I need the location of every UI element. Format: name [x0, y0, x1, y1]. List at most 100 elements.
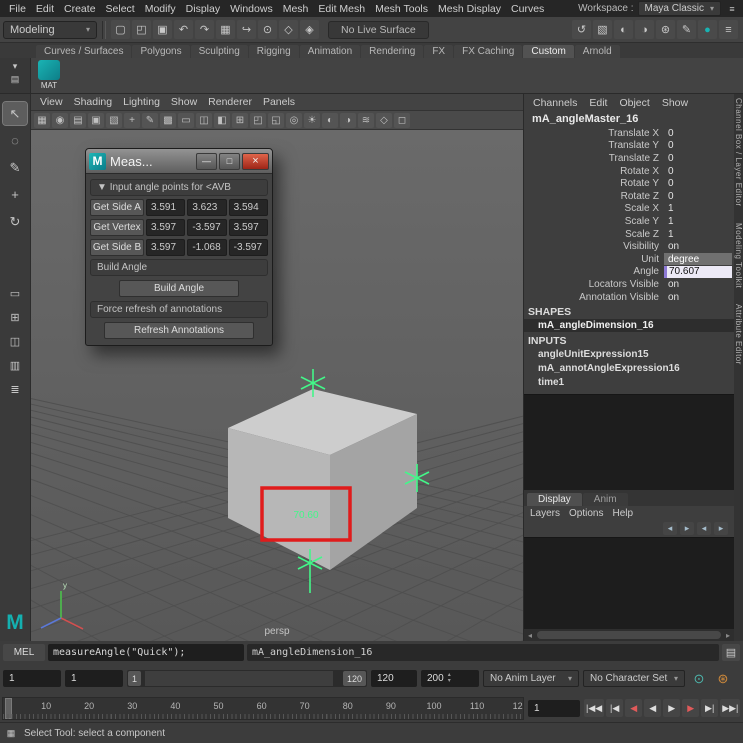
- get-side-b-button[interactable]: Get Side B: [90, 239, 144, 256]
- time-slider[interactable]: 10 20 30 40 50 60 70 80 90 100 110 120: [2, 696, 524, 720]
- layer-empty-icon[interactable]: ◂: [697, 522, 711, 536]
- snap-to-curve-icon[interactable]: ↪: [237, 20, 256, 39]
- shelf-tab-polygons[interactable]: Polygons: [132, 45, 190, 58]
- channel-row-scale-x[interactable]: Scale X 1: [524, 203, 734, 216]
- close-button[interactable]: ×: [242, 152, 269, 170]
- step-back-frame-button[interactable]: |◀: [606, 699, 624, 717]
- horizontal-scrollbar[interactable]: ◂ ▸: [524, 629, 734, 641]
- input-node-ma-annotangleexpression16[interactable]: mA_annotAngleExpression16: [524, 362, 734, 376]
- refresh-section-header[interactable]: Force refresh of annotations: [90, 301, 268, 318]
- menu-select[interactable]: Select: [101, 2, 140, 16]
- layer-menu-help[interactable]: Help: [612, 508, 633, 519]
- play-backwards-button[interactable]: ◀: [644, 699, 662, 717]
- shelf-tab-toggle-icon[interactable]: ▤: [8, 73, 22, 85]
- film-gate-icon[interactable]: ▭: [178, 112, 194, 128]
- ambient-occlusion-icon[interactable]: ◑: [340, 112, 356, 128]
- step-forward-frame-button[interactable]: ▶|: [701, 699, 719, 717]
- channel-row-translate-z[interactable]: Translate Z 0: [524, 152, 734, 165]
- channel-row-visibility[interactable]: Visibility on: [524, 240, 734, 253]
- workspace-selector[interactable]: Maya Classic ▾: [637, 1, 721, 16]
- viewport-menu-lighting[interactable]: Lighting: [118, 96, 165, 108]
- channel-value-rotate-z[interactable]: 0: [664, 190, 732, 202]
- shelf-tab-custom[interactable]: Custom: [523, 45, 574, 58]
- viewport-menu-panels[interactable]: Panels: [258, 96, 300, 108]
- current-frame-field[interactable]: 1: [528, 699, 580, 717]
- refresh-annotations-button[interactable]: Refresh Annotations: [104, 322, 254, 339]
- frame-all-icon[interactable]: ◎: [286, 112, 302, 128]
- channel-row-annotation-visible[interactable]: Annotation Visible on: [524, 291, 734, 304]
- range-slider[interactable]: 1 120: [127, 670, 367, 687]
- channel-value-translate-x[interactable]: 0: [664, 127, 732, 139]
- point-coordinate-field[interactable]: 3.591: [146, 199, 186, 216]
- point-coordinate-field[interactable]: 3.597: [146, 219, 186, 236]
- safe-action-icon[interactable]: ◰: [250, 112, 266, 128]
- menu-modify[interactable]: Modify: [140, 2, 181, 16]
- panel-tab-modeling-toolkit[interactable]: Modeling Toolkit: [734, 223, 743, 288]
- minimize-button[interactable]: —: [196, 152, 217, 170]
- step-back-key-button[interactable]: ◀: [625, 699, 643, 717]
- menu-edit[interactable]: Edit: [31, 2, 59, 16]
- field-chart-icon[interactable]: ⊞: [232, 112, 248, 128]
- channel-row-rotate-y[interactable]: Rotate Y 0: [524, 177, 734, 190]
- input-node-time1[interactable]: time1: [524, 376, 734, 390]
- step-forward-key-button[interactable]: ▶: [682, 699, 700, 717]
- layer-selected-icon[interactable]: ▸: [714, 522, 728, 536]
- menu-mesh-tools[interactable]: Mesh Tools: [370, 2, 433, 16]
- camera-attributes-icon[interactable]: ▤: [70, 112, 86, 128]
- point-coordinate-field[interactable]: -3.597: [228, 239, 268, 256]
- lasso-select-tool[interactable]: ◌: [3, 129, 27, 152]
- resolution-gate-icon[interactable]: ◫: [196, 112, 212, 128]
- channel-value-annotation-visible[interactable]: on: [664, 291, 732, 303]
- channel-value-translate-y[interactable]: 0: [664, 140, 732, 152]
- viewport-menu-shading[interactable]: Shading: [69, 96, 118, 108]
- character-set-dropdown[interactable]: No Character Set ▾: [583, 670, 685, 687]
- motion-blur-icon[interactable]: ≋: [358, 112, 374, 128]
- layer-menu-options[interactable]: Options: [569, 508, 603, 519]
- open-render-view-icon[interactable]: ▧: [593, 20, 612, 39]
- scroll-left-arrow-icon[interactable]: ◂: [524, 631, 536, 640]
- lighting-icon[interactable]: ☀: [304, 112, 320, 128]
- channel-value-rotate-x[interactable]: 0: [664, 165, 732, 177]
- redo-icon[interactable]: ↷: [195, 20, 214, 39]
- lock-camera-icon[interactable]: ◉: [52, 112, 68, 128]
- layer-move-right-icon[interactable]: ▸: [680, 522, 694, 536]
- channel-value-scale-y[interactable]: 1: [664, 215, 732, 227]
- channel-row-rotate-x[interactable]: Rotate X 0: [524, 165, 734, 178]
- channel-value-unit[interactable]: degree: [664, 253, 732, 266]
- play-forward-button[interactable]: ▶: [663, 699, 681, 717]
- menu-edit-mesh[interactable]: Edit Mesh: [313, 2, 370, 16]
- viewport-menu-view[interactable]: View: [35, 96, 68, 108]
- channel-value-locators-visible[interactable]: on: [664, 278, 732, 290]
- layer-move-left-icon[interactable]: ◂: [663, 522, 677, 536]
- panel-tab-attribute-editor[interactable]: Attribute Editor: [734, 304, 743, 365]
- gate-mask-icon[interactable]: ◧: [214, 112, 230, 128]
- toolbox-menu-icon[interactable]: ≡: [719, 20, 738, 39]
- layer-tab-display[interactable]: Display: [527, 493, 582, 507]
- channel-row-translate-x[interactable]: Translate X 0: [524, 127, 734, 140]
- range-slider-fill[interactable]: [145, 671, 333, 686]
- mel-toggle-button[interactable]: MEL: [3, 643, 45, 661]
- get-vertex-button[interactable]: Get Vertex: [90, 219, 144, 236]
- channel-row-unit[interactable]: Unit degree: [524, 253, 734, 266]
- viewport-menu-renderer[interactable]: Renderer: [203, 96, 257, 108]
- save-scene-icon[interactable]: ▣: [153, 20, 172, 39]
- channel-value-scale-x[interactable]: 1: [664, 203, 732, 215]
- go-to-end-button[interactable]: ▶▶|: [720, 699, 741, 717]
- shelf-tab-rendering[interactable]: Rendering: [361, 45, 424, 58]
- channel-value-translate-z[interactable]: 0: [664, 152, 732, 164]
- channel-value-rotate-y[interactable]: 0: [664, 178, 732, 190]
- get-side-a-button[interactable]: Get Side A: [90, 199, 144, 216]
- menu-windows[interactable]: Windows: [225, 2, 278, 16]
- current-time-marker[interactable]: [5, 697, 12, 719]
- point-coordinate-field[interactable]: 3.594: [228, 199, 268, 216]
- point-coordinate-field[interactable]: 3.597: [228, 219, 268, 236]
- animation-start-field[interactable]: 1: [3, 670, 61, 687]
- undo-icon[interactable]: ↶: [174, 20, 193, 39]
- shape-node-name[interactable]: mA_angleDimension_16: [524, 319, 734, 333]
- channel-row-scale-z[interactable]: Scale Z 1: [524, 228, 734, 241]
- move-tool[interactable]: +: [3, 183, 27, 206]
- ipr-render-icon[interactable]: ◑: [635, 20, 654, 39]
- snap-to-plane-icon[interactable]: ◇: [279, 20, 298, 39]
- spinner-icon[interactable]: ▴ ▾: [448, 672, 451, 684]
- construction-history-icon[interactable]: ↺: [572, 20, 591, 39]
